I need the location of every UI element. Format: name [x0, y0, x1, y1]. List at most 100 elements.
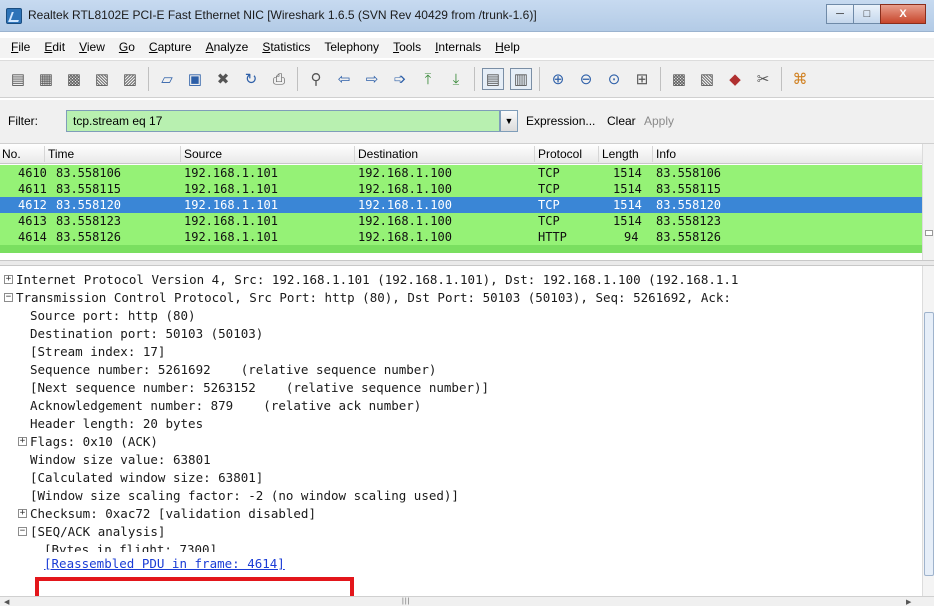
column-header-protocol[interactable]: Protocol — [534, 146, 598, 162]
packet-row[interactable]: 4611 83.558115 192.168.1.101 192.168.1.1… — [0, 181, 922, 197]
tree-item-checksum[interactable]: + Checksum: 0xac72 [validation disabled] — [18, 506, 316, 524]
help-icon[interactable]: ⌘ — [789, 68, 811, 90]
packet-protocol: TCP — [538, 166, 560, 180]
column-header-info[interactable]: Info — [652, 146, 922, 162]
expand-icon[interactable]: + — [18, 437, 27, 446]
coloring-rules-icon[interactable]: ◆ — [724, 68, 746, 90]
collapse-icon[interactable]: − — [4, 293, 13, 302]
normal-size-icon[interactable]: ⊙ — [603, 68, 625, 90]
minimize-button[interactable]: ─ — [826, 4, 854, 24]
menu-edit[interactable]: Edit — [37, 38, 72, 58]
expand-icon[interactable]: + — [4, 275, 13, 284]
tree-field[interactable]: Acknowledgement number: 879 (relative ac… — [30, 398, 421, 416]
horizontal-scrollbar[interactable]: ◀ ||| ▶ — [0, 596, 934, 606]
menu-telephony[interactable]: Telephony — [317, 38, 386, 58]
reassembled-pdu-link[interactable]: [Reassembled PDU in frame: 4614] — [44, 556, 285, 574]
packet-protocol: TCP — [538, 214, 560, 228]
packet-no: 4614 — [18, 230, 47, 244]
packet-row[interactable]: 4614 83.558126 192.168.1.101 192.168.1.1… — [0, 229, 922, 245]
packet-details: + Internet Protocol Version 4, Src: 192.1… — [0, 266, 922, 596]
tree-item-tcp[interactable]: − Transmission Control Protocol, Src Port… — [4, 290, 731, 308]
stop-capture-icon[interactable]: ▧ — [91, 68, 113, 90]
packet-row-selected[interactable]: 4612 83.558120 192.168.1.101 192.168.1.1… — [0, 197, 922, 213]
colorize-icon[interactable]: ▤ — [482, 68, 504, 90]
window-title: Realtek RTL8102E PCI-E Fast Ethernet NIC… — [28, 8, 537, 22]
clear-button[interactable]: Clear — [607, 114, 636, 128]
tree-field[interactable]: [Calculated window size: 63801] — [30, 470, 263, 488]
start-capture-icon[interactable]: ▩ — [63, 68, 85, 90]
collapse-icon[interactable]: − — [18, 527, 27, 536]
filter-dropdown-button[interactable]: ▼ — [500, 110, 518, 132]
scroll-right-icon[interactable]: ▶ — [906, 598, 911, 606]
interface-list-icon[interactable]: ▤ — [7, 68, 29, 90]
go-to-packet-icon[interactable]: ➩ — [389, 68, 411, 90]
open-file-icon[interactable]: ▱ — [156, 68, 178, 90]
maximize-button[interactable]: □ — [853, 4, 881, 24]
menu-capture[interactable]: Capture — [142, 38, 199, 58]
scrollbar-thumb[interactable] — [925, 230, 933, 236]
go-forward-icon[interactable]: ⇨ — [361, 68, 383, 90]
print-icon[interactable]: ⎙ — [268, 68, 290, 90]
packet-list-scrollbar[interactable] — [922, 144, 934, 260]
tree-field[interactable]: [Window size scaling factor: -2 (no wind… — [30, 488, 459, 506]
apply-button[interactable]: Apply — [644, 114, 674, 128]
filter-input[interactable]: tcp.stream eq 17 — [66, 110, 500, 132]
preferences-icon[interactable]: ✂ — [752, 68, 774, 90]
display-filters-icon[interactable]: ▧ — [696, 68, 718, 90]
packet-row[interactable]: 4610 83.558106 192.168.1.101 192.168.1.1… — [0, 165, 922, 181]
close-button[interactable]: X — [880, 4, 926, 24]
packet-row-partial[interactable] — [0, 245, 922, 253]
tree-field[interactable]: [Stream index: 17] — [30, 344, 165, 362]
tree-field-bytes-in-flight[interactable]: [Bytes in flight: 7300] — [44, 540, 217, 552]
capture-filters-icon[interactable]: ▩ — [668, 68, 690, 90]
tree-field[interactable]: Source port: http (80) — [30, 308, 196, 326]
column-header-source[interactable]: Source — [180, 146, 348, 162]
go-last-icon[interactable]: ⤓ — [445, 68, 467, 90]
resize-columns-icon[interactable]: ⊞ — [631, 68, 653, 90]
menu-view[interactable]: View — [72, 38, 112, 58]
packet-row[interactable]: 4613 83.558123 192.168.1.101 192.168.1.1… — [0, 213, 922, 229]
restart-capture-icon[interactable]: ▨ — [119, 68, 141, 90]
tree-field[interactable]: Window size value: 63801 — [30, 452, 211, 470]
menu-go[interactable]: Go — [112, 38, 142, 58]
toolbar-separator — [148, 67, 149, 91]
menu-statistics[interactable]: Statistics — [255, 38, 317, 58]
go-back-icon[interactable]: ⇦ — [333, 68, 355, 90]
find-packet-icon[interactable]: ⚲ — [305, 68, 327, 90]
close-file-icon[interactable]: ✖ — [212, 68, 234, 90]
tree-item-ip[interactable]: + Internet Protocol Version 4, Src: 192.1… — [4, 272, 738, 290]
scrollbar-thumb[interactable] — [924, 312, 934, 576]
zoom-in-icon[interactable]: ⊕ — [547, 68, 569, 90]
title-bar: Realtek RTL8102E PCI-E Fast Ethernet NIC… — [0, 0, 934, 32]
tree-field[interactable]: Sequence number: 5261692 (relative seque… — [30, 362, 436, 380]
zoom-out-icon[interactable]: ⊖ — [575, 68, 597, 90]
auto-scroll-icon[interactable]: ▥ — [510, 68, 532, 90]
details-scrollbar[interactable] — [922, 266, 934, 596]
column-header-length[interactable]: Length — [598, 146, 652, 162]
save-file-icon[interactable]: ▣ — [184, 68, 206, 90]
scroll-left-icon[interactable]: ◀ — [4, 598, 9, 606]
column-header-destination[interactable]: Destination — [354, 146, 530, 162]
expression-button[interactable]: Expression... — [526, 114, 595, 128]
tree-field[interactable]: Destination port: 50103 (50103) — [30, 326, 263, 344]
main-toolbar: ▤ ▦ ▩ ▧ ▨ ▱ ▣ ✖ ↻ ⎙ ⚲ ⇦ ⇨ ➩ ⤒ ⤓ ▤ ▥ ⊕ ⊖ … — [0, 60, 934, 98]
scrollbar-grip-icon[interactable]: ||| — [402, 598, 410, 605]
menu-file[interactable]: File — [4, 38, 37, 58]
capture-options-icon[interactable]: ▦ — [35, 68, 57, 90]
toolbar-separator — [474, 67, 475, 91]
column-header-time[interactable]: Time — [44, 146, 180, 162]
menu-analyze[interactable]: Analyze — [199, 38, 256, 58]
packet-protocol: TCP — [538, 198, 560, 212]
reassembled-pdu-link-text[interactable]: [Reassembled PDU in frame: 4614] — [44, 556, 285, 571]
reload-icon[interactable]: ↻ — [240, 68, 262, 90]
menu-help[interactable]: Help — [488, 38, 527, 58]
tree-item-flags[interactable]: + Flags: 0x10 (ACK) — [18, 434, 158, 452]
go-first-icon[interactable]: ⤒ — [417, 68, 439, 90]
tree-field[interactable]: [Next sequence number: 5263152 (relative… — [30, 380, 489, 398]
menu-tools[interactable]: Tools — [386, 38, 428, 58]
menu-internals[interactable]: Internals — [428, 38, 488, 58]
tree-field[interactable]: Header length: 20 bytes — [30, 416, 203, 434]
packet-info: 83.558106 — [656, 166, 722, 180]
column-header-no[interactable]: No. — [2, 147, 21, 161]
expand-icon[interactable]: + — [18, 509, 27, 518]
